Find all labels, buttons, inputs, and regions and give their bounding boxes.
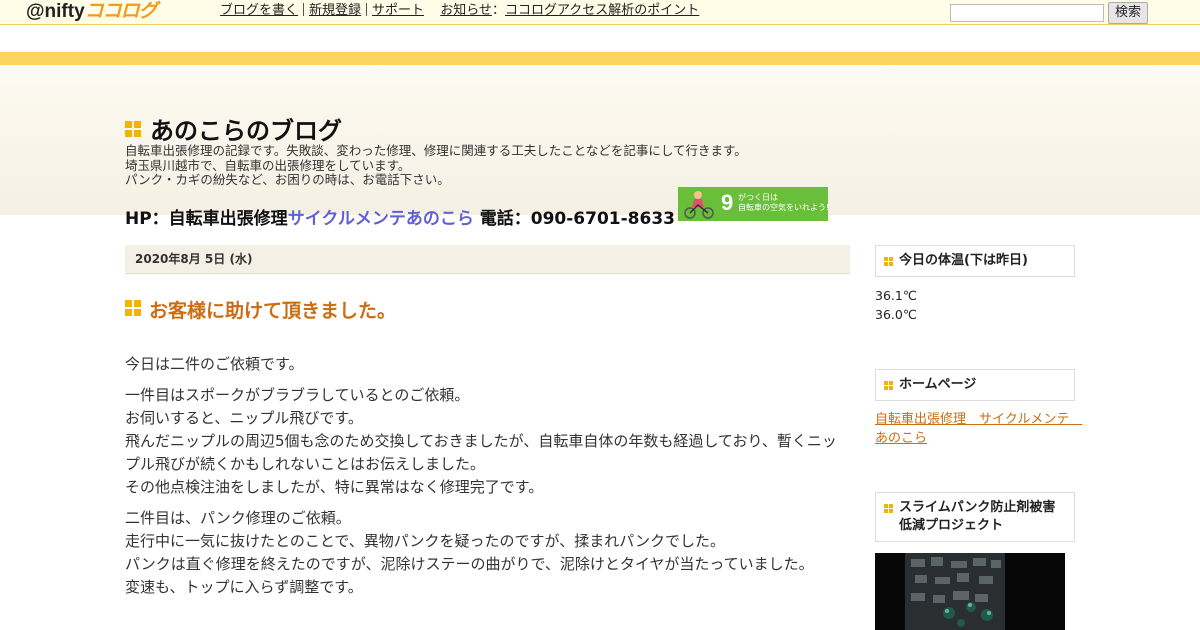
entry-line: 二件目は、パンク修理のご依頼。	[125, 509, 351, 527]
square-bullet-icon	[884, 257, 893, 266]
cyclist-icon	[684, 191, 714, 219]
header-stripe	[0, 52, 1200, 65]
square-bullet-icon	[884, 381, 893, 390]
blog-title[interactable]: あのこらのブログ	[125, 111, 342, 146]
entry-line: 変速も、トップに入らず調整です。	[125, 578, 363, 596]
logo-cocolog-text: ココログ	[84, 1, 158, 22]
top-navigation: ブログを書く 新規登録 サポート お知らせ：ココログアクセス解析のポイント	[220, 3, 699, 19]
blog-title-text: あのこらのブログ	[150, 117, 342, 145]
entry-title[interactable]: お客様に助けて頂きました。	[125, 296, 396, 323]
sidebar-temp-heading: 今日の体温(下は昨日)	[875, 245, 1075, 277]
nav-support[interactable]: サポート	[372, 3, 424, 18]
sidebar-home-title: ホームページ	[899, 377, 977, 392]
sidebar-home-heading: ホームページ	[875, 369, 1075, 401]
logo-nifty-text: @nifty	[26, 1, 85, 22]
square-bullet-icon	[125, 300, 141, 316]
nav-register[interactable]: 新規登録	[309, 3, 361, 18]
temperature-yesterday: 36.0℃	[875, 307, 917, 322]
description-line: パンク・カギの紛失など、お困りの時は、お電話下さい。	[125, 172, 450, 187]
nifty-cocolog-logo[interactable]: @niftyココログ	[26, 1, 158, 23]
homepage-line: HP：自転車出張修理サイクルメンテあのこら 電話：090-6701-8633	[125, 204, 675, 229]
banner-text-line: がつく日は	[738, 193, 778, 202]
sidebar-slime-title: スライムパンク防止剤被害低減プロジェクト	[899, 500, 1056, 533]
square-bullet-icon	[884, 504, 893, 513]
entry-line: その他点検注油をしましたが、特に異常はなく修理完了です。	[125, 478, 544, 496]
banner-text-line: 自転車の空気をいれよう!	[738, 203, 828, 212]
entry-date: 2020年8月 5日 (水)	[125, 245, 850, 274]
phone-number: 電話：090-6701-8633	[473, 209, 675, 229]
homepage-link[interactable]: サイクルメンテあのこら	[288, 209, 474, 229]
entry-paragraph: 二件目は、パンク修理のご依頼。 走行中に一気に抜けたとのことで、異物パンクを疑っ…	[125, 507, 845, 599]
search-button[interactable]: 検索	[1108, 2, 1148, 24]
slime-puncture-image[interactable]	[875, 553, 1065, 630]
entry-line: 今日は二件のご依頼です。	[125, 355, 304, 373]
entry-line: パンクは直ぐ修理を終えたのですが、泥除けステーの曲がりで、泥除けとタイヤが当たっ…	[125, 555, 814, 573]
entry-line: お伺いすると、ニップル飛びです。	[125, 409, 363, 427]
banner-number: 9	[721, 190, 734, 215]
entry-title-text: お客様に助けて頂きました。	[149, 300, 397, 322]
temperature-today: 36.1℃	[875, 288, 917, 303]
top-bar: @niftyココログ ブログを書く 新規登録 サポート お知らせ：ココログアクセス解…	[0, 0, 1200, 25]
air-pump-day-banner[interactable]: 9 がつく日は 自転車の空気をいれよう!	[678, 187, 828, 221]
notice-access-analysis-link[interactable]: ココログアクセス解析のポイント	[505, 3, 699, 18]
square-bullet-icon	[125, 121, 141, 137]
nav-write-blog[interactable]: ブログを書く	[220, 3, 298, 18]
entry-paragraph: 今日は二件のご依頼です。	[125, 353, 845, 376]
blog-description: 自転車出張修理の記録です。失敗談、変わった修理、修理に関連する工夫したことなどを…	[125, 143, 747, 188]
notice-colon: ：	[491, 3, 505, 18]
entry-paragraph: 一件目はスポークがブラブラしているとのご依頼。 お伺いすると、ニップル飛びです。…	[125, 384, 845, 499]
nav-divider	[366, 3, 368, 16]
description-line: 埼玉県川越市で、自転車の出張修理をしています。	[125, 157, 411, 173]
search-input[interactable]	[950, 4, 1104, 22]
entry-line: 走行中に一気に抜けたとのことで、異物パンクを疑ったのですが、揉まれパンクでした。	[125, 532, 726, 550]
tire-photo-graphic	[875, 553, 1065, 630]
sidebar-temp-title: 今日の体温(下は昨日)	[899, 253, 1028, 268]
nav-divider	[303, 3, 305, 16]
entry-line: 一件目はスポークがブラブラしているとのご依頼。	[125, 386, 470, 404]
entry-line: 飛んだニップルの周辺5個も念のため交換しておきましたが、自転車自体の年数も経過し…	[125, 432, 837, 473]
sidebar-homepage-link[interactable]: 自転車出張修理 サイクルメンテ あのこら	[875, 410, 1082, 448]
homepage-prefix: HP：自転車出張修理	[125, 209, 288, 229]
description-line: 自転車出張修理の記録です。失敗談、変わった修理、修理に関連する工夫したことなどを…	[125, 143, 747, 158]
nav-notice[interactable]: お知らせ	[440, 3, 492, 18]
entry-body: 今日は二件のご依頼です。 一件目はスポークがブラブラしているとのご依頼。 お伺い…	[125, 353, 845, 607]
sidebar-slime-heading: スライムパンク防止剤被害低減プロジェクト	[875, 492, 1075, 542]
banner-text: がつく日は 自転車の空気をいれよう!	[738, 193, 828, 213]
